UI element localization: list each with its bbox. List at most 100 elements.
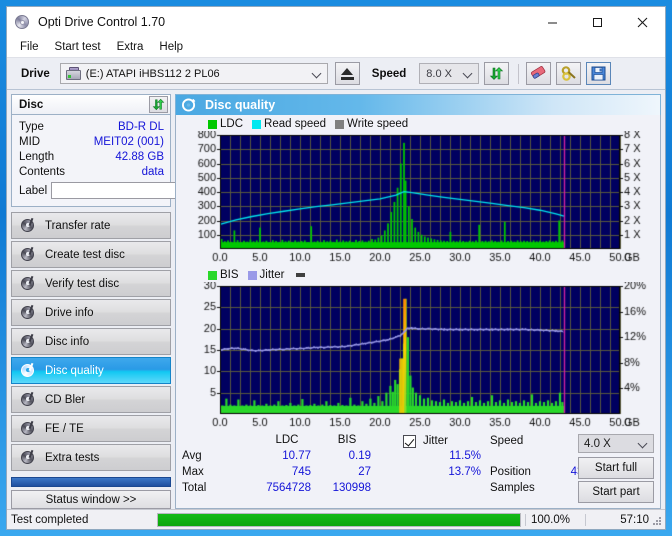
stats-row-avg: Avg: [182, 450, 202, 462]
legend-item-read-speed: Read speed: [252, 118, 326, 130]
disc-icon: [21, 362, 35, 378]
chart-bis-jitter-canvas: [178, 282, 664, 432]
status-window-button[interactable]: Status window >>: [11, 490, 171, 509]
sidebar-accent-bar: [11, 477, 171, 487]
legend-item-jitter: Jitter: [247, 269, 284, 281]
legend-swatch: [252, 119, 262, 129]
sidebar-item-verify-test-disc[interactable]: Verify test disc: [11, 270, 171, 297]
sidebar-item-cd-bler[interactable]: CD Bler: [11, 386, 171, 413]
erase-button[interactable]: [526, 62, 552, 85]
disc-row-value: 42.88 GB: [115, 150, 164, 163]
jitter-checkbox[interactable]: [403, 435, 416, 448]
window-title: Opti Drive Control 1.70: [38, 15, 166, 29]
disc-label-key: Label: [19, 184, 48, 197]
chevron-down-icon: [464, 69, 473, 78]
minimize-icon[interactable]: [530, 7, 575, 37]
legend-swatch: [208, 119, 217, 129]
start-part-button[interactable]: Start part: [578, 481, 654, 503]
disc-refresh-button[interactable]: [149, 96, 168, 113]
stats-bis-total: 130998: [332, 482, 371, 494]
sidebar-item-label: Transfer rate: [45, 219, 111, 232]
chart-ldc-canvas: [178, 131, 664, 267]
drive-select[interactable]: (E:) ATAPI iHBS112 2 PL06: [59, 63, 328, 84]
stats-row-total: Total: [182, 482, 207, 494]
legend-item-bis: BIS: [208, 269, 239, 281]
legend-swatch: [208, 270, 217, 280]
start-full-button[interactable]: Start full: [578, 457, 654, 479]
sidebar-item-label: FE / TE: [45, 422, 84, 435]
disc-panel-header: Disc: [11, 94, 171, 115]
chart1-legend: LDC Read speed Write speed: [178, 117, 658, 131]
chart-ldc-readspeed[interactable]: [178, 131, 664, 267]
sidebar-item-label: Drive info: [45, 306, 94, 319]
legend-swatch: [247, 270, 257, 280]
stats-ldc-avg: 10.77: [282, 450, 311, 462]
toolbar: Drive (E:) ATAPI iHBS112 2 PL06 Speed 8.…: [7, 57, 665, 90]
resize-grip-icon[interactable]: [652, 516, 662, 526]
status-text: Test completed: [11, 513, 89, 526]
app-window: Opti Drive Control 1.70 File Start test …: [6, 6, 666, 530]
sidebar-item-disc-info[interactable]: Disc info: [11, 328, 171, 355]
disc-row-value: BD-R DL: [117, 120, 164, 133]
progress-fill: [158, 513, 520, 526]
test-speed-select[interactable]: 4.0 X: [578, 434, 654, 453]
sidebar-item-extra-tests[interactable]: Extra tests: [11, 444, 171, 471]
refresh-button[interactable]: [484, 62, 510, 85]
sidebar-item-label: CD Bler: [45, 393, 86, 406]
close-icon[interactable]: [620, 7, 665, 37]
disc-quality-icon: [182, 98, 196, 112]
legend-label: LDC: [220, 118, 244, 130]
maximize-icon[interactable]: [575, 7, 620, 37]
eject-icon: [340, 67, 354, 80]
speed-select-value: 8.0 X: [426, 67, 452, 80]
menu-file[interactable]: File: [15, 39, 47, 56]
chart-container: LDC Read speed Write speed BIS Jitter LD…: [175, 115, 664, 509]
sidebar-item-label: Disc quality: [45, 364, 104, 377]
content-area: Disc Type BD-R DL MID MEIT02 (001) Lengt…: [7, 90, 665, 509]
menu-bar: File Start test Extra Help: [7, 37, 665, 57]
sidebar-item-transfer-rate[interactable]: Transfer rate: [11, 212, 171, 239]
stats-speed-label: Speed: [490, 435, 524, 447]
menu-help[interactable]: Help: [154, 39, 191, 56]
stats-row-max: Max: [182, 466, 204, 478]
sidebar-item-fe-te[interactable]: FE / TE: [11, 415, 171, 442]
chart-bis-jitter[interactable]: [178, 282, 664, 432]
menu-start-test[interactable]: Start test: [50, 39, 109, 56]
legend-label: Read speed: [264, 118, 327, 130]
eject-button[interactable]: [334, 62, 360, 85]
sidebar-item-disc-quality[interactable]: Disc quality: [11, 357, 171, 384]
disc-row-key: MID: [19, 135, 41, 148]
disc-icon: [21, 217, 35, 233]
statistics-panel: LDC BIS Avg Max Total 10.77 745 7564728 …: [178, 432, 658, 504]
eraser-icon: [531, 66, 546, 79]
legend-swatch: [335, 119, 345, 129]
sidebar-item-drive-info[interactable]: Drive info: [11, 299, 171, 326]
disc-row-type: Type BD-R DL: [19, 119, 164, 134]
status-bar: Test completed 100.0% 57:10: [7, 509, 665, 529]
progress-percent: 100.0%: [525, 513, 585, 526]
test-speed-value: 4.0 X: [584, 437, 611, 450]
disc-panel-title: Disc: [19, 98, 44, 111]
sidebar-item-label: Extra tests: [45, 451, 100, 464]
save-button[interactable]: [586, 62, 612, 85]
speed-select[interactable]: 8.0 X: [419, 63, 480, 84]
sidebar-item-label: Create test disc: [45, 248, 125, 261]
stats-header-ldc: LDC: [275, 434, 299, 446]
title-bar: Opti Drive Control 1.70: [7, 7, 665, 37]
progress-bar: [157, 512, 521, 527]
stats-bis-max: 27: [358, 466, 371, 478]
menu-extra[interactable]: Extra: [112, 39, 152, 56]
disc-row-contents: Contents data: [19, 164, 164, 179]
disc-row-mid: MID MEIT02 (001): [19, 134, 164, 149]
save-icon: [591, 66, 606, 81]
legend-item-write-speed: Write speed: [335, 118, 408, 130]
legend-item-ldc: LDC: [208, 118, 243, 130]
speed-label: Speed: [371, 67, 407, 80]
main-panel: Disc quality LDC Read speed Write speed …: [175, 94, 664, 509]
tools-button[interactable]: [556, 62, 582, 85]
sidebar-item-create-test-disc[interactable]: Create test disc: [11, 241, 171, 268]
stats-bis-avg: 0.19: [348, 450, 371, 462]
disc-icon: [21, 333, 35, 349]
disc-icon: [21, 449, 35, 465]
